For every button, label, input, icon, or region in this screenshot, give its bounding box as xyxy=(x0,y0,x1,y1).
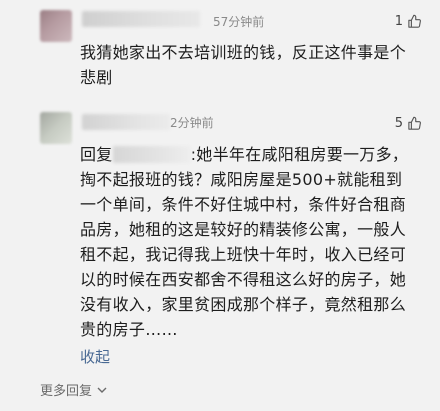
comment-text: 回复:她半年在咸阳租房要一万多， 掏不起报班的钱？咸阳房屋是500+就能租到 一… xyxy=(80,142,425,342)
more-replies-label: 更多回复 xyxy=(40,384,93,399)
like-count: 1 xyxy=(394,14,403,29)
avatar[interactable] xyxy=(40,112,72,144)
collapse-link[interactable]: 收起 xyxy=(80,346,110,367)
reply-prefix: 回复 xyxy=(80,145,113,164)
reply-mention-blurred[interactable] xyxy=(112,146,191,163)
reply-body: :她半年在咸阳租房要一万多， 掏不起报班的钱？咸阳房屋是500+就能租到 一个单… xyxy=(80,145,409,339)
comment-timestamp: 2分钟前 xyxy=(170,116,214,130)
like-count: 5 xyxy=(394,116,403,131)
comment-text: 我猜她家出不去培训班的钱，反正这件事是个 悲剧 xyxy=(80,43,407,87)
chevron-down-icon xyxy=(97,387,107,393)
avatar[interactable] xyxy=(40,10,72,42)
thumbs-up-icon xyxy=(408,14,421,28)
more-replies-button[interactable]: 更多回复 xyxy=(40,380,108,399)
like-button[interactable]: 1 xyxy=(395,14,422,29)
thumbs-up-icon xyxy=(408,116,421,130)
comment-timestamp: 57分钟前 xyxy=(213,15,265,29)
username-blurred[interactable] xyxy=(82,11,200,27)
like-button[interactable]: 5 xyxy=(395,116,422,131)
username-blurred[interactable] xyxy=(82,114,170,130)
